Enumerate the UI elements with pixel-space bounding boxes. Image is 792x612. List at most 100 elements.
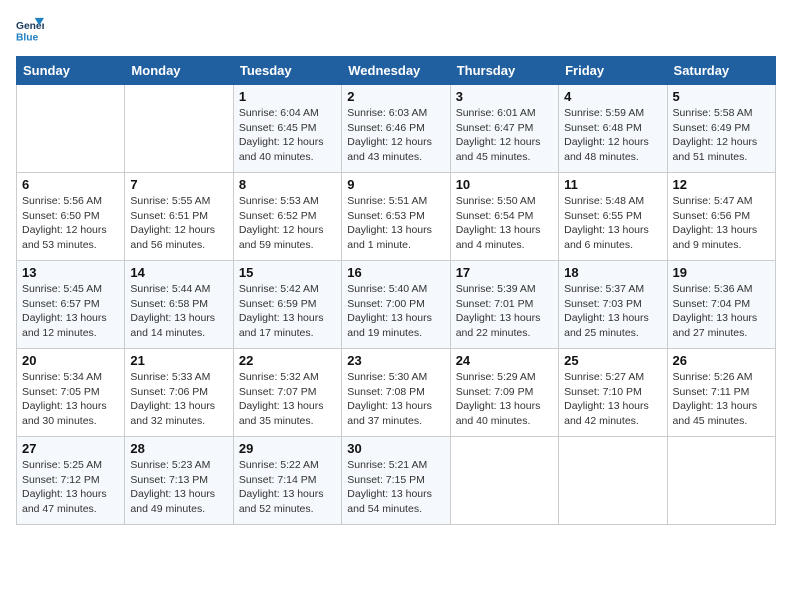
weekday-header-wednesday: Wednesday [342, 57, 450, 85]
day-cell: 29 Sunrise: 5:22 AMSunset: 7:14 PMDayligh… [233, 437, 341, 525]
day-number: 25 [564, 353, 661, 368]
day-number: 26 [673, 353, 770, 368]
day-info: Sunrise: 5:21 AMSunset: 7:15 PMDaylight:… [347, 458, 444, 517]
day-info: Sunrise: 5:30 AMSunset: 7:08 PMDaylight:… [347, 370, 444, 429]
day-number: 17 [456, 265, 553, 280]
day-cell: 5 Sunrise: 5:58 AMSunset: 6:49 PMDaylight… [667, 85, 775, 173]
day-cell: 23 Sunrise: 5:30 AMSunset: 7:08 PMDayligh… [342, 349, 450, 437]
day-number: 18 [564, 265, 661, 280]
day-info: Sunrise: 6:03 AMSunset: 6:46 PMDaylight:… [347, 106, 444, 165]
header: General Blue [16, 16, 776, 44]
day-number: 15 [239, 265, 336, 280]
day-cell: 3 Sunrise: 6:01 AMSunset: 6:47 PMDaylight… [450, 85, 558, 173]
day-info: Sunrise: 5:37 AMSunset: 7:03 PMDaylight:… [564, 282, 661, 341]
day-cell [559, 437, 667, 525]
day-number: 8 [239, 177, 336, 192]
day-cell: 12 Sunrise: 5:47 AMSunset: 6:56 PMDayligh… [667, 173, 775, 261]
logo: General Blue [16, 16, 46, 44]
day-info: Sunrise: 5:22 AMSunset: 7:14 PMDaylight:… [239, 458, 336, 517]
day-cell: 14Sunrise: 5:44 AMSunset: 6:58 PMDayligh… [125, 261, 233, 349]
day-number: 9 [347, 177, 444, 192]
day-info: Sunrise: 5:36 AMSunset: 7:04 PMDaylight:… [673, 282, 770, 341]
day-number: 24 [456, 353, 553, 368]
day-number: 29 [239, 441, 336, 456]
day-number: 2 [347, 89, 444, 104]
week-row-4: 27 Sunrise: 5:25 AMSunset: 7:12 PMDayligh… [17, 437, 776, 525]
day-number: 30 [347, 441, 444, 456]
day-info: Sunrise: 5:51 AMSunset: 6:53 PMDaylight:… [347, 194, 444, 253]
day-info: Sunrise: 5:26 AMSunset: 7:11 PMDaylight:… [673, 370, 770, 429]
day-number: 3 [456, 89, 553, 104]
day-info: Sunrise: 5:53 AMSunset: 6:52 PMDaylight:… [239, 194, 336, 253]
day-info: Sunrise: 5:59 AMSunset: 6:48 PMDaylight:… [564, 106, 661, 165]
day-cell [667, 437, 775, 525]
day-number: 28 [130, 441, 227, 456]
day-info: Sunrise: 5:55 AMSunset: 6:51 PMDaylight:… [130, 194, 227, 253]
week-row-1: 6 Sunrise: 5:56 AMSunset: 6:50 PMDaylight… [17, 173, 776, 261]
calendar-table: SundayMondayTuesdayWednesdayThursdayFrid… [16, 56, 776, 525]
day-number: 12 [673, 177, 770, 192]
day-info: Sunrise: 6:01 AMSunset: 6:47 PMDaylight:… [456, 106, 553, 165]
logo-icon: General Blue [16, 16, 44, 44]
day-info: Sunrise: 6:04 AMSunset: 6:45 PMDaylight:… [239, 106, 336, 165]
day-cell: 7Sunrise: 5:55 AMSunset: 6:51 PMDaylight… [125, 173, 233, 261]
day-info: Sunrise: 5:32 AMSunset: 7:07 PMDaylight:… [239, 370, 336, 429]
day-cell: 15 Sunrise: 5:42 AMSunset: 6:59 PMDayligh… [233, 261, 341, 349]
day-info: Sunrise: 5:47 AMSunset: 6:56 PMDaylight:… [673, 194, 770, 253]
day-info: Sunrise: 5:23 AMSunset: 7:13 PMDaylight:… [130, 458, 227, 517]
weekday-header-row: SundayMondayTuesdayWednesdayThursdayFrid… [17, 57, 776, 85]
day-info: Sunrise: 5:40 AMSunset: 7:00 PMDaylight:… [347, 282, 444, 341]
weekday-header-tuesday: Tuesday [233, 57, 341, 85]
week-row-3: 20 Sunrise: 5:34 AMSunset: 7:05 PMDayligh… [17, 349, 776, 437]
day-cell [17, 85, 125, 173]
day-cell: 9 Sunrise: 5:51 AMSunset: 6:53 PMDaylight… [342, 173, 450, 261]
weekday-header-saturday: Saturday [667, 57, 775, 85]
day-cell: 8 Sunrise: 5:53 AMSunset: 6:52 PMDaylight… [233, 173, 341, 261]
weekday-header-sunday: Sunday [17, 57, 125, 85]
day-cell: 16 Sunrise: 5:40 AMSunset: 7:00 PMDayligh… [342, 261, 450, 349]
day-cell: 1 Sunrise: 6:04 AMSunset: 6:45 PMDaylight… [233, 85, 341, 173]
day-number: 5 [673, 89, 770, 104]
day-info: Sunrise: 5:58 AMSunset: 6:49 PMDaylight:… [673, 106, 770, 165]
day-cell: 6 Sunrise: 5:56 AMSunset: 6:50 PMDaylight… [17, 173, 125, 261]
day-number: 1 [239, 89, 336, 104]
day-info: Sunrise: 5:27 AMSunset: 7:10 PMDaylight:… [564, 370, 661, 429]
day-cell: 24 Sunrise: 5:29 AMSunset: 7:09 PMDayligh… [450, 349, 558, 437]
day-cell: 28 Sunrise: 5:23 AMSunset: 7:13 PMDayligh… [125, 437, 233, 525]
day-cell [125, 85, 233, 173]
day-info: Sunrise: 5:34 AMSunset: 7:05 PMDaylight:… [22, 370, 119, 429]
day-cell: 10 Sunrise: 5:50 AMSunset: 6:54 PMDayligh… [450, 173, 558, 261]
week-row-2: 13Sunrise: 5:45 AMSunset: 6:57 PMDayligh… [17, 261, 776, 349]
day-number: 14 [130, 265, 227, 280]
day-cell: 13Sunrise: 5:45 AMSunset: 6:57 PMDayligh… [17, 261, 125, 349]
day-info: Sunrise: 5:50 AMSunset: 6:54 PMDaylight:… [456, 194, 553, 253]
day-cell: 22Sunrise: 5:32 AMSunset: 7:07 PMDayligh… [233, 349, 341, 437]
day-info: Sunrise: 5:39 AMSunset: 7:01 PMDaylight:… [456, 282, 553, 341]
day-number: 27 [22, 441, 119, 456]
day-info: Sunrise: 5:42 AMSunset: 6:59 PMDaylight:… [239, 282, 336, 341]
day-cell: 2 Sunrise: 6:03 AMSunset: 6:46 PMDaylight… [342, 85, 450, 173]
day-info: Sunrise: 5:25 AMSunset: 7:12 PMDaylight:… [22, 458, 119, 517]
day-info: Sunrise: 5:33 AMSunset: 7:06 PMDaylight:… [130, 370, 227, 429]
day-number: 4 [564, 89, 661, 104]
day-number: 16 [347, 265, 444, 280]
day-cell: 17 Sunrise: 5:39 AMSunset: 7:01 PMDayligh… [450, 261, 558, 349]
day-number: 10 [456, 177, 553, 192]
day-cell: 25 Sunrise: 5:27 AMSunset: 7:10 PMDayligh… [559, 349, 667, 437]
day-cell: 27 Sunrise: 5:25 AMSunset: 7:12 PMDayligh… [17, 437, 125, 525]
day-cell: 30 Sunrise: 5:21 AMSunset: 7:15 PMDayligh… [342, 437, 450, 525]
day-number: 23 [347, 353, 444, 368]
day-number: 19 [673, 265, 770, 280]
day-number: 20 [22, 353, 119, 368]
day-info: Sunrise: 5:29 AMSunset: 7:09 PMDaylight:… [456, 370, 553, 429]
day-number: 13 [22, 265, 119, 280]
day-number: 6 [22, 177, 119, 192]
day-info: Sunrise: 5:56 AMSunset: 6:50 PMDaylight:… [22, 194, 119, 253]
day-cell: 4 Sunrise: 5:59 AMSunset: 6:48 PMDaylight… [559, 85, 667, 173]
day-cell: 20 Sunrise: 5:34 AMSunset: 7:05 PMDayligh… [17, 349, 125, 437]
day-number: 11 [564, 177, 661, 192]
day-cell: 19 Sunrise: 5:36 AMSunset: 7:04 PMDayligh… [667, 261, 775, 349]
week-row-0: 1 Sunrise: 6:04 AMSunset: 6:45 PMDaylight… [17, 85, 776, 173]
day-number: 21 [130, 353, 227, 368]
day-cell: 26 Sunrise: 5:26 AMSunset: 7:11 PMDayligh… [667, 349, 775, 437]
